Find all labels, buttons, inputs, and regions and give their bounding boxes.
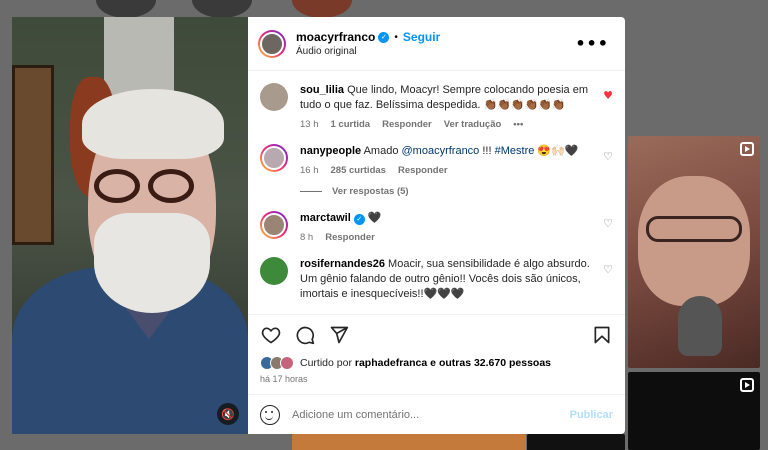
post-header: moacyrfranco ✓ • Seguir Áudio original •… [248,17,625,71]
author-username[interactable]: moacyrfranco [296,30,375,44]
heart-icon[interactable]: ♡ [603,217,613,230]
comment-button[interactable] [294,324,316,346]
liked-heart-icon[interactable]: ♥ [603,89,613,102]
comment-item: sou_lilia Que lindo, Moacyr! Sempre colo… [260,83,613,130]
comment-likes[interactable]: 1 curtida [331,119,371,130]
more-options-button[interactable]: ••• [569,34,615,53]
background-avatar [292,0,352,18]
commenter-username[interactable]: marctawil [300,212,351,224]
verified-badge-icon: ✓ [353,214,365,225]
heart-icon[interactable]: ♡ [603,150,613,163]
comment-item: rosifernandes26 Moacir, sua sensibilidad… [260,257,613,302]
share-button[interactable] [328,324,350,346]
likes-prefix: Curtido por [300,357,352,369]
comment-text-prefix: Amado [363,145,399,157]
add-comment-bar: Publicar [248,394,625,434]
liker-username[interactable]: raphadefranca [355,357,427,369]
mute-button[interactable]: 🔇 [217,403,239,425]
comments-list[interactable]: sou_lilia Que lindo, Moacyr! Sempre colo… [248,71,625,314]
commenter-username[interactable]: rosifernandes26 [300,258,385,270]
comment-time[interactable]: 8 h [300,232,313,243]
background-post-thumbnail[interactable] [292,434,526,450]
reel-icon [740,378,754,392]
muted-speaker-icon: 🔇 [221,407,235,421]
post-timestamp[interactable]: há 17 horas [260,374,613,394]
save-button[interactable] [591,324,613,346]
reel-icon [740,142,754,156]
mention-link[interactable]: @moacyrfranco [402,145,480,157]
bookmark-icon [594,326,610,344]
emoji-icon[interactable] [260,404,280,425]
comment-item: nanypeople Amado @moacyrfranco !!! #Mest… [260,144,613,176]
liker-avatar [280,356,294,370]
background-reel-thumbnail[interactable] [628,372,760,450]
author-avatar[interactable] [258,29,286,58]
audio-label[interactable]: Áudio original [296,46,569,57]
like-button[interactable] [260,324,282,346]
comment-text: 🖤 [367,212,382,224]
comment-bubble-icon [296,326,315,345]
comment-text-mid: !!! [482,145,492,157]
comment-options-button[interactable]: ••• [513,119,523,130]
reply-button[interactable]: Responder [382,119,432,130]
commenter-username[interactable]: sou_lilia [300,84,344,96]
commenter-avatar[interactable] [260,211,288,239]
follow-button[interactable]: Seguir [403,30,440,44]
comment-time[interactable]: 16 h [300,165,319,176]
commenter-username[interactable]: nanypeople [300,145,361,157]
view-replies-button[interactable]: Ver respostas (5) [300,186,613,197]
comment-time[interactable]: 13 h [300,119,319,130]
heart-icon[interactable]: ♡ [603,263,613,276]
commenter-avatar[interactable] [260,257,288,285]
hashtag-link[interactable]: #Mestre [495,145,535,157]
post-actions: Curtido por raphadefranca e outras 32.67… [248,314,625,394]
comment-text: Que lindo, Moacyr! Sempre colocando poes… [300,84,588,111]
commenter-avatar[interactable] [260,83,288,111]
separator-dot: • [394,31,398,43]
post-modal: 🔇 moacyrfranco ✓ • Seguir Áudio original… [12,17,625,434]
paper-plane-icon [330,326,349,344]
comment-input[interactable] [292,408,570,421]
likes-summary[interactable]: Curtido por raphadefranca e outras 32.67… [300,357,551,369]
commenter-avatar[interactable] [260,144,288,172]
likes-others[interactable]: outras 32.670 pessoas [439,357,551,369]
liker-avatars [260,356,294,370]
background-avatar [96,0,156,18]
verified-badge-icon: ✓ [378,31,390,43]
publish-button[interactable]: Publicar [570,409,613,421]
reply-button[interactable]: Responder [398,165,448,176]
reel-video[interactable]: 🔇 [12,17,248,434]
reply-button[interactable]: Responder [325,232,375,243]
background-avatar [192,0,252,18]
see-translation-button[interactable]: Ver tradução [444,119,502,130]
heart-icon [261,327,281,344]
comment-likes[interactable]: 285 curtidas [331,165,386,176]
comment-text-suffix: 😍🙌🏻🖤 [537,145,579,157]
likes-connector: e [430,357,437,369]
post-side-panel: moacyrfranco ✓ • Seguir Áudio original •… [248,17,625,434]
comment-item: marctawil ✓ 🖤 8 h Responder ♡ [260,211,613,243]
background-post-thumbnail[interactable] [527,434,625,450]
background-reel-thumbnail[interactable] [628,136,760,368]
